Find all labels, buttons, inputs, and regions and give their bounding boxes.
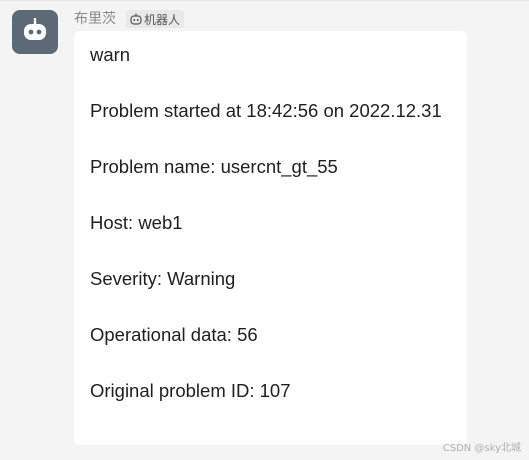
sender-header: 布里茨 机器人: [74, 8, 185, 30]
message-title: warn: [90, 44, 131, 65]
message-line-problem-name: Problem name: usercnt_gt_55: [90, 156, 338, 177]
message-line-problem-started: Problem started at 18:42:56 on 2022.12.3…: [90, 100, 442, 121]
message-line-severity: Severity: Warning: [90, 268, 236, 289]
sender-avatar[interactable]: [12, 10, 58, 54]
message-line-operational-data: Operational data: 56: [90, 324, 258, 345]
bot-badge: 机器人: [126, 10, 185, 28]
top-divider: [0, 0, 529, 1]
message-bubble[interactable]: warn Problem started at 18:42:56 on 2022…: [74, 31, 467, 445]
robot-icon: [22, 17, 48, 47]
robot-icon: [130, 13, 142, 25]
sender-name[interactable]: 布里茨: [74, 8, 116, 30]
bot-badge-label: 机器人: [144, 12, 181, 27]
message-line-problem-id: Original problem ID: 107: [90, 380, 291, 401]
watermark: CSDN @sky北城: [442, 443, 521, 454]
message-line-host: Host: web1: [90, 212, 183, 233]
